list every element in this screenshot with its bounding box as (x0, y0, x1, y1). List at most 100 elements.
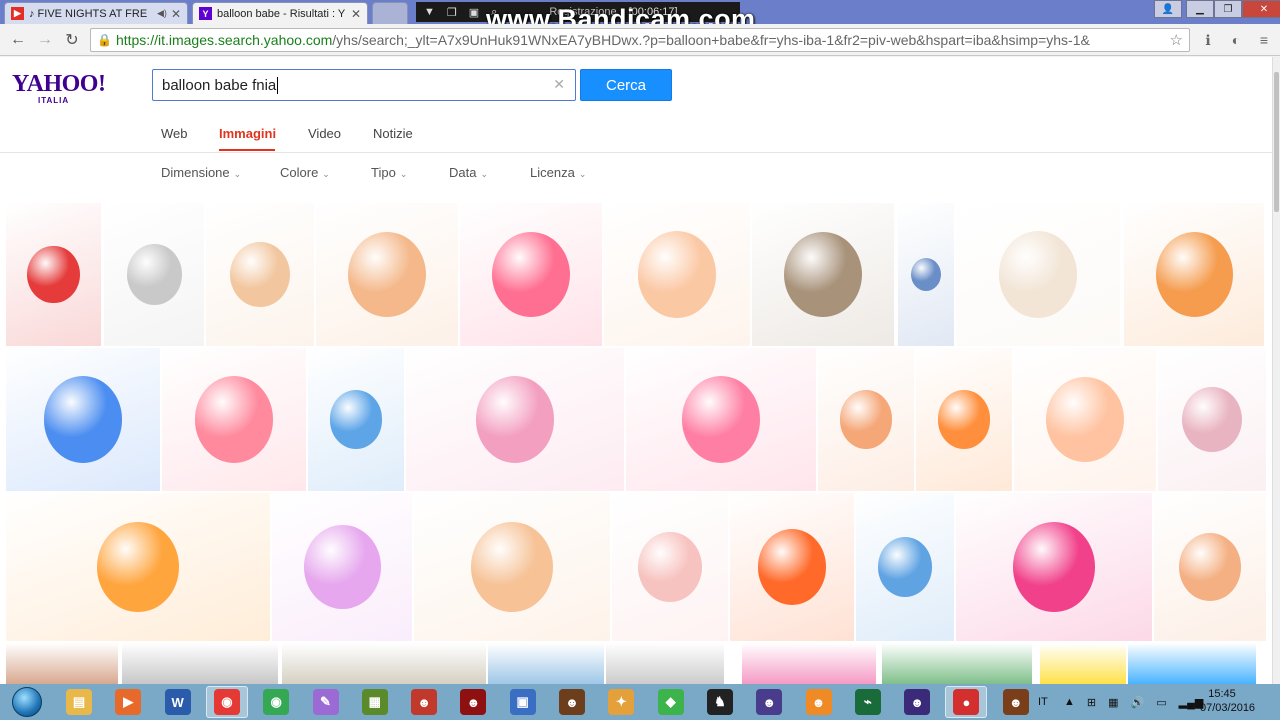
image-result[interactable] (6, 203, 101, 346)
clock[interactable]: 15:45 07/03/2016 (1200, 687, 1255, 715)
image-result[interactable] (1124, 203, 1264, 346)
image-result[interactable] (6, 493, 270, 641)
filter-license[interactable]: Licenza ⌄ (530, 165, 586, 180)
forward-icon[interactable]: → (35, 30, 55, 50)
window-icon[interactable]: ❐ (447, 6, 457, 19)
image-result[interactable] (162, 348, 306, 491)
taskbar-fnaf-icon-4[interactable]: ☻ (748, 686, 790, 718)
dropdown-icon[interactable]: ▼ (424, 6, 435, 18)
taskbar-penguin-icon[interactable]: ♞ (699, 686, 741, 718)
minimize-button[interactable]: ▁ (1186, 0, 1214, 18)
clear-search-icon[interactable]: ✕ (553, 76, 565, 93)
tray-arrow-icon[interactable]: ▲ (1064, 696, 1075, 708)
tab-web[interactable]: Web (161, 126, 188, 141)
image-result[interactable] (460, 203, 602, 346)
taskbar-cat-game-icon[interactable]: ☻ (798, 686, 840, 718)
taskbar-fnaf-icon-3[interactable]: ☻ (551, 686, 593, 718)
image-result[interactable] (898, 203, 954, 346)
image-result[interactable] (956, 493, 1152, 641)
taskbar-folder-icon[interactable]: ▤ (58, 686, 100, 718)
menu-icon[interactable]: ≡ (1254, 30, 1274, 50)
taskbar-word-icon[interactable]: W (157, 686, 199, 718)
image-result[interactable] (1154, 493, 1266, 641)
image-result[interactable] (1158, 348, 1266, 491)
taskbar-paint-icon[interactable]: ✎ (305, 686, 347, 718)
taskbar-fnaf-icon-1[interactable]: ☻ (403, 686, 445, 718)
filter-color[interactable]: Colore ⌄ (280, 165, 330, 180)
maximize-button[interactable]: ❐ (1214, 0, 1242, 18)
image-result[interactable] (1040, 643, 1126, 684)
address-bar[interactable]: 🔒 https://it.images.search.yahoo.com /yh… (90, 28, 1190, 52)
image-result[interactable] (956, 203, 1120, 346)
language-indicator[interactable]: IT (1038, 684, 1048, 720)
taskbar-camtasia-icon[interactable]: ⌁ (847, 686, 889, 718)
image-result[interactable] (742, 643, 876, 684)
image-result[interactable] (104, 203, 204, 346)
image-result[interactable] (488, 643, 604, 684)
close-tab-icon[interactable]: ✕ (171, 7, 181, 21)
battery-icon[interactable]: ▭ (1156, 696, 1166, 709)
image-result[interactable] (626, 348, 816, 491)
extension-icon[interactable]: ◐ (1226, 30, 1246, 50)
image-result[interactable] (916, 348, 1012, 491)
back-icon[interactable]: ← (8, 30, 28, 50)
image-result[interactable] (282, 643, 486, 684)
taskbar-fnaf-icon-5[interactable]: ☻ (896, 686, 938, 718)
image-result[interactable] (730, 493, 854, 641)
tab-youtube[interactable]: ▶ ♪ FIVE NIGHTS AT FRE ◀) ✕ (4, 2, 188, 24)
start-button[interactable] (4, 686, 50, 718)
image-result[interactable] (1014, 348, 1156, 491)
image-result[interactable] (604, 203, 750, 346)
image-result[interactable] (308, 348, 404, 491)
image-result[interactable] (612, 493, 728, 641)
image-result[interactable] (818, 348, 914, 491)
filter-size[interactable]: Dimensione ⌄ (161, 165, 241, 180)
image-result[interactable] (414, 493, 610, 641)
tab-news[interactable]: Notizie (373, 126, 413, 141)
tab-video[interactable]: Video (308, 126, 341, 141)
yahoo-logo[interactable]: YAHOO! (12, 71, 106, 98)
image-result[interactable] (606, 643, 724, 684)
taskbar-bandicam-icon[interactable]: ● (945, 686, 988, 718)
image-result[interactable] (206, 203, 314, 346)
close-window-button[interactable]: ✕ (1242, 0, 1280, 18)
search-input[interactable]: balloon babe fnia ✕ (152, 69, 576, 101)
close-tab-icon[interactable]: ✕ (351, 7, 361, 21)
taskbar-chrome-icon[interactable]: ◉ (205, 686, 248, 718)
image-result[interactable] (272, 493, 412, 641)
new-tab-button[interactable] (372, 2, 408, 24)
image-result[interactable] (6, 348, 160, 491)
volume-icon[interactable]: 🔊 (1131, 696, 1145, 709)
scrollbar-thumb[interactable] (1274, 72, 1279, 212)
cat-game-icon: ☻ (805, 689, 832, 715)
reload-icon[interactable]: ↻ (62, 30, 82, 50)
record-icon[interactable]: ▣ (469, 6, 479, 19)
taskbar-chrome-icon-2[interactable]: ◉ (255, 686, 297, 718)
info-icon[interactable]: ℹ (1198, 30, 1218, 50)
tab-images[interactable]: Immagini (219, 126, 276, 141)
tab-yahoo[interactable]: Y balloon babe - Risultati : Y ✕ (192, 2, 368, 24)
windows-flag-icon[interactable]: ⊞ (1087, 696, 1096, 709)
image-result[interactable] (6, 643, 118, 684)
image-result[interactable] (1128, 643, 1256, 684)
taskbar-fnaf-icon-2[interactable]: ☻ (452, 686, 494, 718)
image-result[interactable] (316, 203, 458, 346)
taskbar-minecraft-icon[interactable]: ▦ (354, 686, 396, 718)
taskbar-freddy-icon[interactable]: ☻ (995, 686, 1037, 718)
taskbar-editor-icon[interactable]: ▣ (502, 686, 544, 718)
image-result[interactable] (752, 203, 894, 346)
image-result[interactable] (122, 643, 278, 684)
network-icon[interactable]: ▦ (1108, 696, 1118, 709)
taskbar-media-player-icon[interactable]: ▶ (107, 686, 149, 718)
balloon-shape (1179, 533, 1241, 601)
taskbar-game-icon-1[interactable]: ✦ (600, 686, 642, 718)
filter-type[interactable]: Tipo ⌄ (371, 165, 407, 180)
image-result[interactable] (882, 643, 1032, 684)
search-button[interactable]: Cerca (580, 69, 672, 101)
image-result[interactable] (406, 348, 624, 491)
image-result[interactable] (856, 493, 954, 641)
filter-date[interactable]: Data ⌄ (449, 165, 488, 180)
bookmark-star-icon[interactable]: ☆ (1169, 31, 1183, 49)
taskbar-bluestacks-icon[interactable]: ◆ (650, 686, 692, 718)
user-icon[interactable]: 👤 (1154, 0, 1182, 18)
